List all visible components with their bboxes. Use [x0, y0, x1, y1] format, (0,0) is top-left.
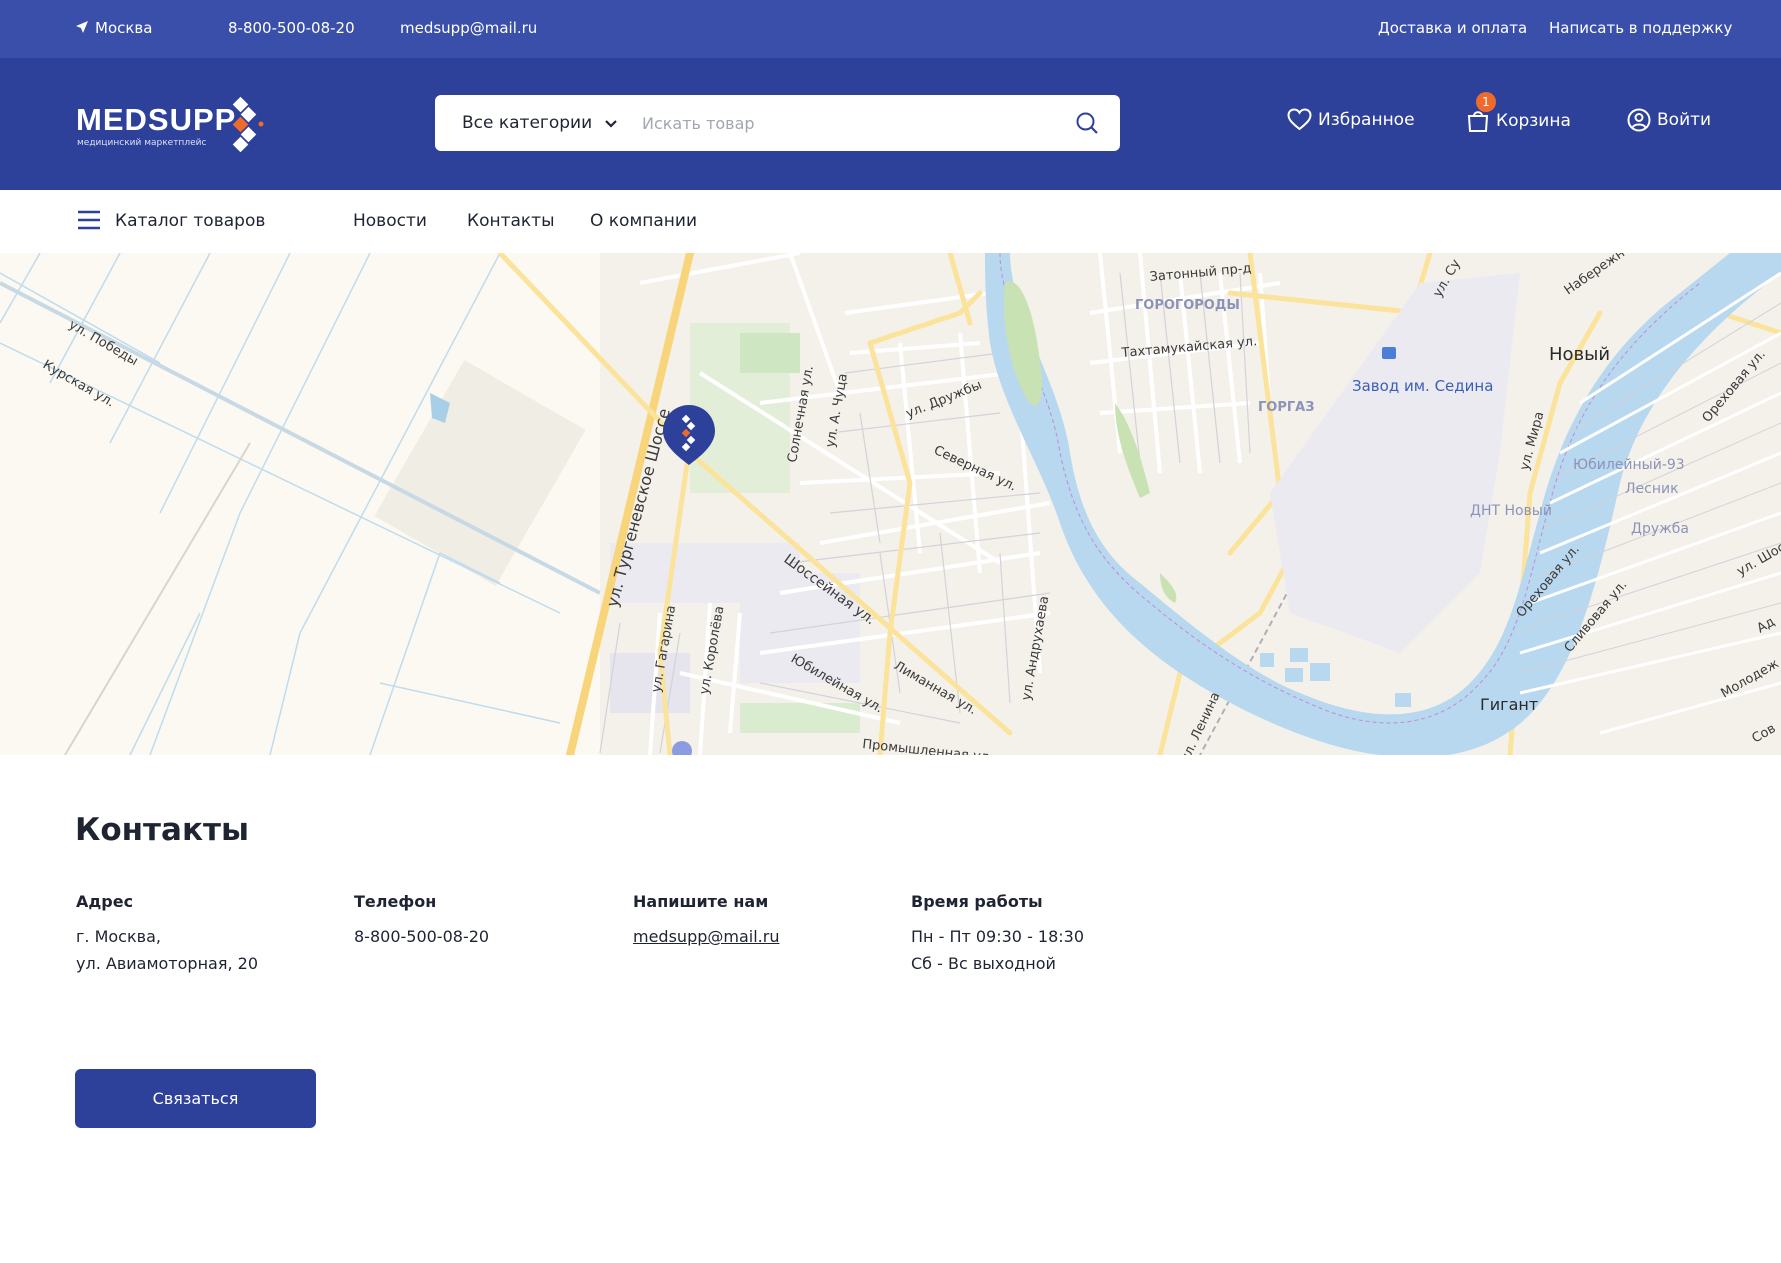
map-canvas[interactable]: ул. Победы Курская ул. ул. Тургеневское … — [0, 253, 1781, 755]
map-label-druzhba: Дружба — [1631, 521, 1689, 537]
address-line1: г. Москва, — [76, 927, 161, 946]
delivery-link[interactable]: Доставка и оплата — [1378, 19, 1527, 37]
main-nav: Каталог товаров Новости Контакты О компа… — [0, 190, 1781, 253]
support-link[interactable]: Написать в поддержку — [1549, 19, 1732, 37]
email-block: Напишите нам medsupp@mail.ru — [633, 892, 893, 950]
top-phone[interactable]: 8-800-500-08-20 — [228, 19, 355, 37]
search-bar: Все категории — [435, 95, 1120, 151]
phone-label: Телефон — [354, 892, 437, 911]
map-label-dnt: ДНТ Новый — [1470, 503, 1552, 519]
logo[interactable]: MEDSUPP медицинский маркетплейс — [76, 96, 276, 156]
email-link[interactable]: medsupp@mail.ru — [633, 927, 779, 946]
nav-news[interactable]: Новости — [353, 211, 427, 231]
search-input[interactable] — [640, 105, 1040, 141]
address-label: Адрес — [76, 892, 134, 911]
logo-mark-icon — [232, 96, 264, 153]
cart-count-badge: 1 — [1476, 92, 1496, 112]
city-label: Москва — [95, 19, 153, 37]
page-title: Контакты — [75, 812, 249, 848]
favorites-label: Избранное — [1318, 109, 1415, 130]
city-selector[interactable]: Москва — [75, 19, 152, 37]
logo-text: MEDSUPP — [76, 102, 237, 137]
hours-label: Время работы — [911, 892, 1043, 911]
map[interactable]: ул. Победы Курская ул. ул. Тургеневское … — [0, 253, 1781, 755]
login-link[interactable]: Войти — [1627, 108, 1711, 132]
user-circle-icon — [1627, 108, 1651, 132]
map-label-gorgaz: ГОРГАЗ — [1258, 400, 1314, 415]
nav-contacts[interactable]: Контакты — [467, 211, 555, 231]
map-label-lesnik: Лесник — [1625, 481, 1679, 497]
top-email[interactable]: medsupp@mail.ru — [400, 19, 537, 37]
phone-value[interactable]: 8-800-500-08-20 — [354, 923, 614, 950]
main-header: MEDSUPP медицинский маркетплейс Все кате… — [0, 58, 1781, 190]
email-label: Напишите нам — [633, 892, 769, 911]
catalog-link[interactable]: Каталог товаров — [115, 211, 265, 231]
favorites-link[interactable]: Избранное — [1287, 108, 1415, 131]
cart-link[interactable]: Корзина — [1466, 108, 1571, 133]
chevron-down-icon[interactable] — [603, 113, 619, 133]
map-label-zavod: Завод им. Седина — [1352, 377, 1493, 395]
hours-block: Время работы Пн - Пт 09:30 - 18:30 Сб - … — [911, 892, 1171, 977]
logo-subtitle: медицинский маркетплейс — [77, 138, 207, 148]
map-label-gigant: Гигант — [1480, 695, 1538, 714]
contact-button[interactable]: Связаться — [75, 1069, 316, 1128]
nav-about[interactable]: О компании — [590, 211, 697, 231]
category-select[interactable]: Все категории — [462, 113, 592, 133]
map-label-yubileyny93: Юбилейный-93 — [1573, 457, 1685, 473]
map-label-gorogorody: ГОРОГОРОДЫ — [1135, 298, 1240, 313]
menu-icon[interactable] — [77, 210, 101, 230]
hours-weekdays: Пн - Пт 09:30 - 18:30 — [911, 927, 1085, 946]
top-bar: Москва 8-800-500-08-20 medsupp@mail.ru Д… — [0, 0, 1781, 58]
address-block: Адрес г. Москва, ул. Авиамоторная, 20 — [76, 892, 336, 977]
address-line2: ул. Авиамоторная, 20 — [76, 954, 258, 973]
hours-weekend: Сб - Вс выходной — [911, 954, 1056, 973]
heart-icon — [1287, 108, 1312, 131]
search-icon[interactable] — [1075, 111, 1099, 135]
login-label: Войти — [1657, 110, 1712, 130]
map-label-noviy: Новый — [1549, 344, 1610, 365]
phone-block: Телефон 8-800-500-08-20 — [354, 892, 614, 950]
cart-label: Корзина — [1496, 110, 1571, 131]
location-arrow-icon — [76, 21, 88, 33]
